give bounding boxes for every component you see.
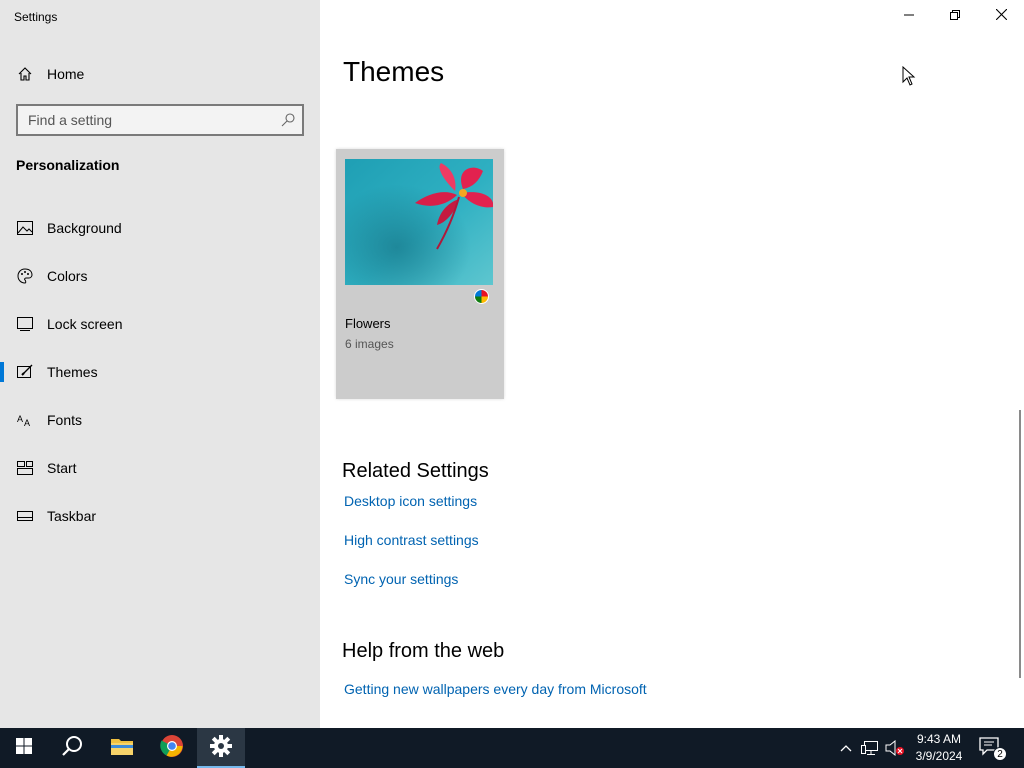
sidebar-item-label: Start <box>47 460 77 476</box>
sidebar: Settings Home Personalization Background… <box>0 0 320 728</box>
search-icon <box>61 735 83 762</box>
wallpapers-help-link[interactable]: Getting new wallpapers every day from Mi… <box>344 681 647 697</box>
home-icon <box>16 65 34 83</box>
minimize-icon <box>904 7 914 25</box>
search-icon[interactable] <box>280 112 296 128</box>
theme-card-flowers[interactable]: Flowers 6 images <box>336 149 504 399</box>
network-icon[interactable] <box>860 738 880 758</box>
theme-thumbnail <box>345 159 493 285</box>
minimize-button[interactable] <box>886 0 932 32</box>
theme-name: Flowers <box>345 316 391 331</box>
picture-icon <box>16 219 34 237</box>
themes-icon <box>16 363 34 381</box>
settings-icon <box>210 734 232 762</box>
restore-button[interactable] <box>932 0 978 32</box>
sidebar-item-lock-screen[interactable]: Lock screen <box>0 300 320 348</box>
sidebar-item-start[interactable]: Start <box>0 444 320 492</box>
start-button[interactable] <box>0 728 48 768</box>
notification-count-badge: 2 <box>993 747 1007 761</box>
search-input[interactable] <box>18 112 268 128</box>
chrome-icon <box>160 734 184 763</box>
clock-date: 3/9/2024 <box>915 749 963 763</box>
sidebar-item-taskbar[interactable]: Taskbar <box>0 492 320 540</box>
home-link[interactable]: Home <box>16 62 84 86</box>
windows-start-icon <box>16 737 32 759</box>
taskbar-icon <box>16 507 34 525</box>
close-icon <box>995 7 1007 25</box>
clock[interactable]: 9:43 AM 3/9/2024 <box>908 731 970 765</box>
sidebar-item-label: Fonts <box>47 412 83 428</box>
lock-screen-icon <box>16 315 34 333</box>
settings-taskbar-button[interactable] <box>197 728 245 768</box>
sidebar-nav: Background Colors Lock screen Themes AA <box>0 204 320 540</box>
fonts-icon: AA <box>16 411 34 429</box>
sidebar-item-fonts[interactable]: AA Fonts <box>0 396 320 444</box>
sidebar-item-themes[interactable]: Themes <box>0 348 320 396</box>
sidebar-item-label: Colors <box>47 268 88 284</box>
sidebar-item-label: Background <box>47 220 122 236</box>
mouse-cursor-icon <box>902 65 916 86</box>
sidebar-item-label: Themes <box>47 364 98 380</box>
sidebar-item-background[interactable]: Background <box>0 204 320 252</box>
home-label: Home <box>47 66 85 82</box>
palette-icon <box>16 267 34 285</box>
active-indicator <box>0 362 4 382</box>
section-heading: Personalization <box>16 157 120 173</box>
clock-time: 9:43 AM <box>916 732 962 746</box>
sync-settings-link[interactable]: Sync your settings <box>344 571 458 587</box>
chevron-up-icon[interactable] <box>836 738 856 758</box>
close-button[interactable] <box>978 0 1024 32</box>
svg-text:A: A <box>17 414 23 424</box>
app-title: Settings <box>14 10 58 24</box>
volume-muted-icon[interactable] <box>885 738 905 758</box>
sidebar-item-label: Taskbar <box>47 508 97 524</box>
related-settings-heading: Related Settings <box>342 460 489 482</box>
search-box[interactable] <box>16 104 304 136</box>
restore-icon <box>950 7 960 25</box>
svg-text:A: A <box>24 418 30 427</box>
high-contrast-settings-link[interactable]: High contrast settings <box>344 532 479 548</box>
sidebar-item-label: Lock screen <box>47 316 123 332</box>
sidebar-item-colors[interactable]: Colors <box>0 252 320 300</box>
page-title: Themes <box>343 56 445 87</box>
scrollbar[interactable] <box>1019 410 1021 678</box>
taskbar-search-button[interactable] <box>48 728 96 768</box>
action-center-button[interactable]: 2 <box>978 736 1008 761</box>
help-heading: Help from the web <box>342 640 505 662</box>
desktop-icon-settings-link[interactable]: Desktop icon settings <box>344 493 477 509</box>
theme-color-swatch <box>474 289 489 304</box>
file-explorer-icon <box>110 736 134 761</box>
file-explorer-button[interactable] <box>98 728 146 768</box>
theme-image-count: 6 images <box>345 337 394 351</box>
start-icon <box>16 459 34 477</box>
chrome-button[interactable] <box>148 728 196 768</box>
taskbar: 9:43 AM 3/9/2024 2 <box>0 728 1024 768</box>
